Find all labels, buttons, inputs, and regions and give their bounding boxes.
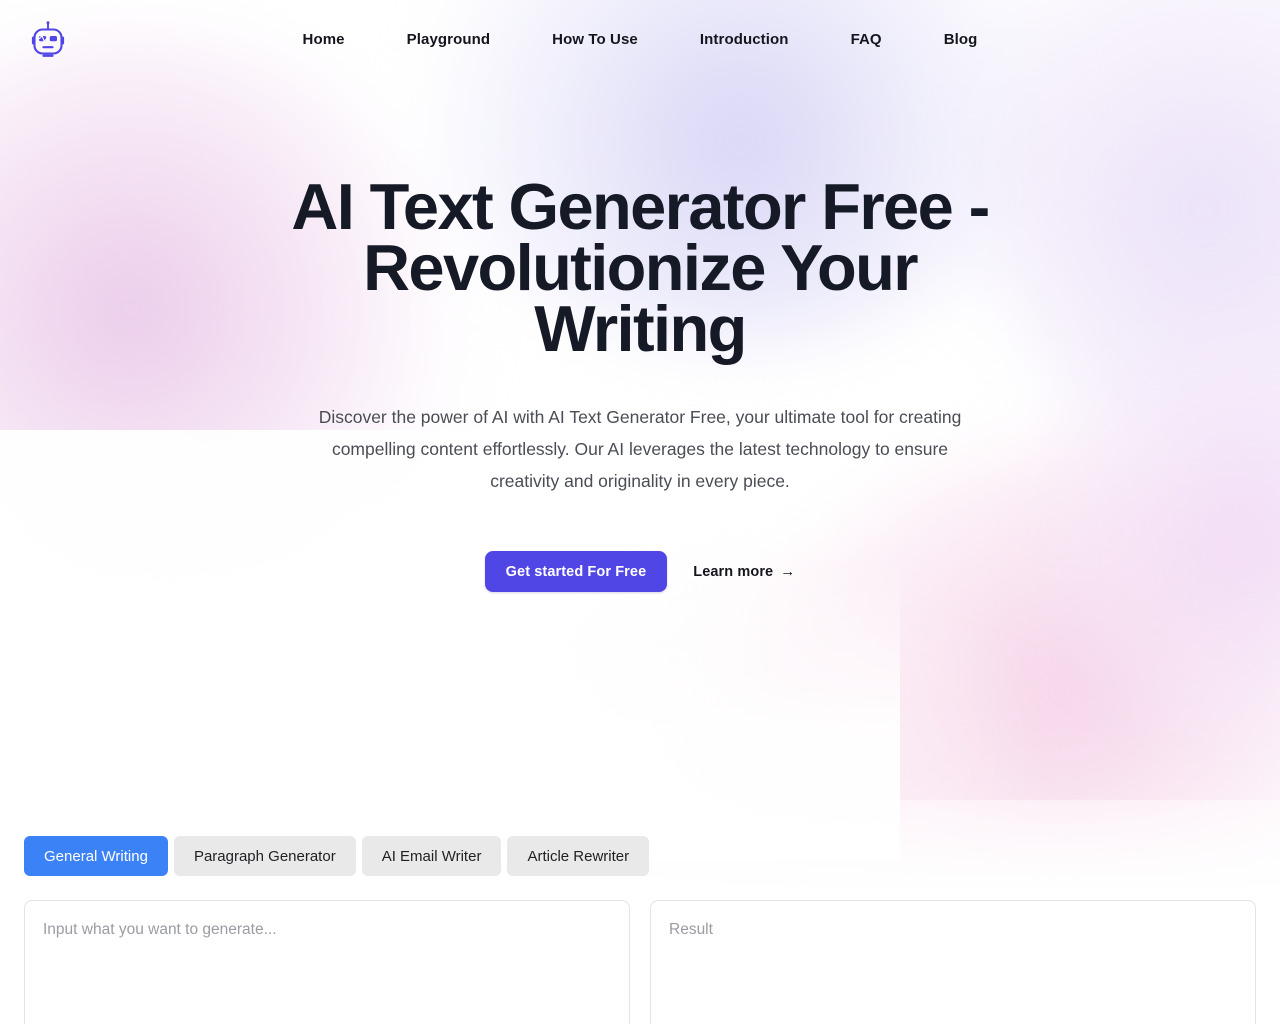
learn-more-link[interactable]: Learn more → xyxy=(693,564,795,580)
tab-article-rewriter[interactable]: Article Rewriter xyxy=(507,836,650,876)
hero-subtitle: Discover the power of AI with AI Text Ge… xyxy=(318,407,962,491)
learn-more-label: Learn more xyxy=(693,563,774,580)
nav-item-introduction[interactable]: Introduction xyxy=(669,31,820,48)
nav-item-blog[interactable]: Blog xyxy=(913,31,1009,48)
page-root: Home Playground How To Use Introduction … xyxy=(0,0,1280,1024)
generator-tab-list: General Writing Paragraph Generator AI E… xyxy=(0,836,1280,876)
tab-ai-email-writer[interactable]: AI Email Writer xyxy=(361,836,502,876)
background-fade-bottom xyxy=(0,560,900,860)
hero-section: AI Text Generator Free - Revolutionize Y… xyxy=(0,78,1280,592)
get-started-button[interactable]: Get started For Free xyxy=(484,551,668,592)
nav-item-playground[interactable]: Playground xyxy=(376,31,522,48)
robot-head-icon xyxy=(31,21,65,59)
generator-input-textarea[interactable] xyxy=(24,900,630,1024)
nav-item-home[interactable]: Home xyxy=(272,31,376,48)
nav-item-how-to-use[interactable]: How To Use xyxy=(521,31,669,48)
arrow-right-icon: → xyxy=(780,563,796,580)
generator-tool: General Writing Paragraph Generator AI E… xyxy=(0,836,1280,1024)
tab-paragraph-generator[interactable]: Paragraph Generator xyxy=(173,836,356,876)
logo-link[interactable] xyxy=(30,20,66,60)
site-header: Home Playground How To Use Introduction … xyxy=(0,0,1280,78)
hero-cta-group: Get started For Free Learn more → xyxy=(0,551,1280,592)
primary-navigation: Home Playground How To Use Introduction … xyxy=(0,31,1280,48)
page-title: AI Text Generator Free - Revolutionize Y… xyxy=(291,170,990,365)
tab-general-writing[interactable]: General Writing xyxy=(24,836,168,876)
nav-item-faq[interactable]: FAQ xyxy=(820,31,913,48)
generator-panes xyxy=(0,876,1280,1024)
generator-result-textarea[interactable] xyxy=(650,900,1256,1024)
